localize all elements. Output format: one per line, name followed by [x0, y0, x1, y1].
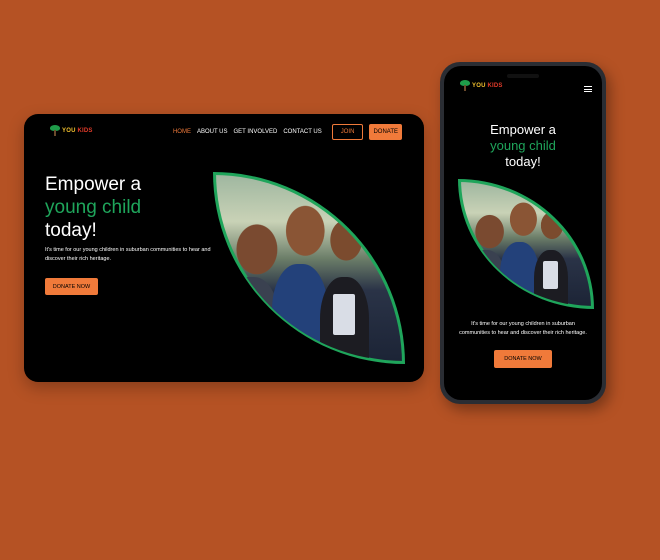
nav-about-us[interactable]: ABOUT US — [197, 129, 228, 135]
hero-description: It's time for our young children in subu… — [45, 247, 211, 262]
nav-contact-us[interactable]: CONTACT US — [283, 129, 321, 135]
hero-description-mobile: It's time for our young children in subu… — [459, 321, 587, 336]
phone-mockup: YOU KIDS Empower a young child today! It… — [440, 62, 606, 404]
hero-photo — [213, 172, 405, 364]
site-logo-mobile[interactable]: YOU KIDS — [460, 80, 503, 91]
donate-now-button-mobile[interactable]: DONATE NOW — [494, 350, 552, 368]
desktop-mockup: YOU KIDS HOME ABOUT US GET INVOLVED CONT… — [24, 114, 424, 382]
hero-photo-mobile — [458, 179, 594, 309]
site-logo[interactable]: YOU KIDS — [50, 125, 93, 136]
tree-logo-icon — [460, 80, 470, 91]
tree-logo-icon — [50, 125, 60, 136]
nav-get-involved[interactable]: GET INVOLVED — [234, 129, 278, 135]
hamburger-menu-icon[interactable] — [584, 86, 592, 92]
hero-heading-mobile: Empower a young child today! — [490, 122, 556, 169]
main-nav: HOME ABOUT US GET INVOLVED CONTACT US JO… — [173, 124, 402, 140]
donate-now-button[interactable]: DONATE NOW — [45, 278, 98, 295]
join-button[interactable]: JOIN — [331, 124, 364, 140]
nav-home[interactable]: HOME — [173, 129, 191, 135]
phone-screen: YOU KIDS Empower a young child today! It… — [444, 66, 602, 400]
hero-heading: Empower a young child today! — [45, 174, 142, 241]
donate-button[interactable]: DONATE — [369, 124, 402, 140]
